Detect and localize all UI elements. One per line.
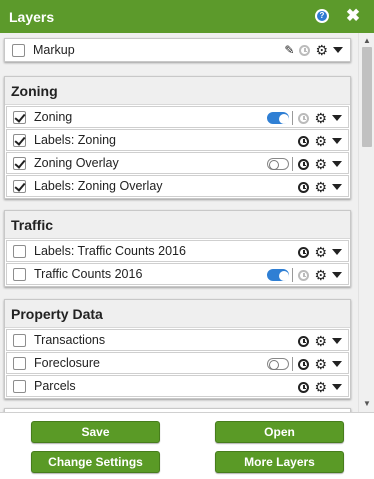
clock-icon[interactable]: [298, 269, 310, 281]
layer-row-markup: Markup ✎ ⚙: [6, 39, 349, 61]
layer-row: Labels: Zoning ⚙: [6, 129, 349, 151]
layer-checkbox[interactable]: [13, 133, 26, 147]
panel-title: Layers: [9, 8, 55, 25]
clock-icon[interactable]: [298, 135, 310, 147]
panel-footer: Save Open Change Settings More Layers: [0, 412, 374, 479]
scroll-thumb[interactable]: [362, 47, 372, 147]
divider: [292, 111, 294, 125]
chevron-down-icon[interactable]: [332, 249, 342, 255]
layer-label: Labels: Zoning Overlay: [34, 179, 163, 193]
visibility-toggle[interactable]: [267, 358, 290, 370]
layers-list[interactable]: Markup ✎ ⚙ Zoning Zoning ⚙ Labels: Zonin…: [0, 33, 374, 412]
layer-row: Traffic Counts 2016 ⚙: [6, 263, 349, 285]
layer-row: Labels: Traffic Counts 2016 ⚙: [6, 240, 349, 262]
divider: [292, 157, 294, 171]
visibility-toggle[interactable]: [267, 158, 290, 170]
more-layers-button[interactable]: More Layers: [215, 451, 344, 473]
scroll-down-arrow-icon[interactable]: ▼: [362, 399, 372, 409]
visibility-toggle[interactable]: [267, 269, 290, 281]
layer-label: Labels: Zoning: [34, 133, 117, 147]
help-glyph: ?: [317, 11, 327, 21]
save-button[interactable]: Save: [31, 421, 160, 443]
pencil-icon[interactable]: ✎: [284, 43, 294, 57]
change-settings-button[interactable]: Change Settings: [31, 451, 160, 473]
group-card-zoning: Zoning Zoning ⚙ Labels: Zoning ⚙ Zoning …: [4, 76, 351, 199]
gear-icon[interactable]: ⚙: [314, 134, 327, 148]
clock-icon[interactable]: [298, 246, 310, 258]
scroll-up-arrow-icon[interactable]: ▲: [362, 36, 372, 46]
layer-label: Foreclosure: [34, 356, 100, 370]
gear-icon[interactable]: ⚙: [314, 357, 327, 371]
gear-icon[interactable]: ⚙: [314, 157, 327, 171]
divider: [292, 268, 294, 282]
close-icon[interactable]: ✖: [346, 7, 360, 24]
layer-label: Zoning: [34, 110, 73, 124]
layer-label: Parcels: [34, 379, 76, 393]
layer-checkbox[interactable]: [13, 156, 26, 170]
gear-icon[interactable]: ⚙: [315, 43, 328, 57]
chevron-down-icon[interactable]: [332, 361, 342, 367]
group-title[interactable]: Traffic: [5, 211, 350, 239]
panel-header: Layers ? ✖: [0, 0, 374, 33]
layer-row: Zoning ⚙: [6, 106, 349, 128]
layer-row: Labels: Zoning Overlay ⚙: [6, 175, 349, 197]
open-button[interactable]: Open: [215, 421, 344, 443]
clock-icon[interactable]: [298, 335, 310, 347]
chevron-down-icon[interactable]: [332, 338, 342, 344]
clock-icon[interactable]: [298, 158, 310, 170]
layers-panel: Layers ? ✖ Markup ✎ ⚙ Zoning Zoning ⚙ La…: [0, 0, 374, 479]
chevron-down-icon[interactable]: [332, 115, 342, 121]
layer-checkbox[interactable]: [13, 244, 26, 258]
group-title[interactable]: Property Data: [5, 300, 350, 328]
group-title[interactable]: Zoning: [5, 77, 350, 105]
gear-icon[interactable]: ⚙: [314, 334, 327, 348]
layer-row: Parcels ⚙: [6, 375, 349, 397]
gear-icon[interactable]: ⚙: [314, 380, 327, 394]
layer-checkbox[interactable]: [13, 379, 26, 393]
layer-label: Transactions: [34, 333, 106, 347]
divider: [292, 357, 294, 371]
gear-icon[interactable]: ⚙: [314, 245, 327, 259]
layer-label: Traffic Counts 2016: [34, 267, 143, 281]
layer-checkbox[interactable]: [13, 179, 26, 193]
layer-checkbox[interactable]: [13, 267, 26, 281]
group-card-traffic: Traffic Labels: Traffic Counts 2016 ⚙ Tr…: [4, 210, 351, 287]
gear-icon[interactable]: ⚙: [314, 180, 327, 194]
chevron-down-icon[interactable]: [332, 272, 342, 278]
layer-checkbox[interactable]: [13, 110, 26, 124]
visibility-toggle[interactable]: [267, 112, 290, 124]
layer-label: Zoning Overlay: [34, 156, 119, 170]
layer-row: Zoning Overlay ⚙: [6, 152, 349, 174]
layer-checkbox[interactable]: [13, 333, 26, 347]
chevron-down-icon[interactable]: [332, 138, 342, 144]
chevron-down-icon[interactable]: [333, 47, 343, 53]
layer-label: Markup: [33, 43, 75, 57]
gear-icon[interactable]: ⚙: [314, 268, 327, 282]
clock-icon[interactable]: [298, 181, 310, 193]
chevron-down-icon[interactable]: [332, 184, 342, 190]
gear-icon[interactable]: ⚙: [314, 111, 327, 125]
group-card-property-data: Property Data Transactions ⚙ Foreclosure…: [4, 299, 351, 399]
layer-row: Foreclosure ⚙: [6, 352, 349, 374]
help-icon[interactable]: ?: [315, 9, 329, 23]
chevron-down-icon[interactable]: [332, 384, 342, 390]
layer-checkbox[interactable]: [13, 356, 26, 370]
chevron-down-icon[interactable]: [332, 161, 342, 167]
clock-icon[interactable]: [298, 112, 310, 124]
clock-icon[interactable]: [299, 44, 311, 56]
layer-tools: ✎ ⚙: [279, 42, 343, 58]
vertical-scrollbar[interactable]: ▲ ▼: [358, 33, 374, 412]
layer-row: Transactions ⚙: [6, 329, 349, 351]
clock-icon[interactable]: [298, 381, 310, 393]
clock-icon[interactable]: [298, 358, 310, 370]
markup-card: Markup ✎ ⚙: [4, 38, 351, 62]
layer-checkbox[interactable]: [12, 43, 25, 57]
layer-label: Labels: Traffic Counts 2016: [34, 244, 186, 258]
